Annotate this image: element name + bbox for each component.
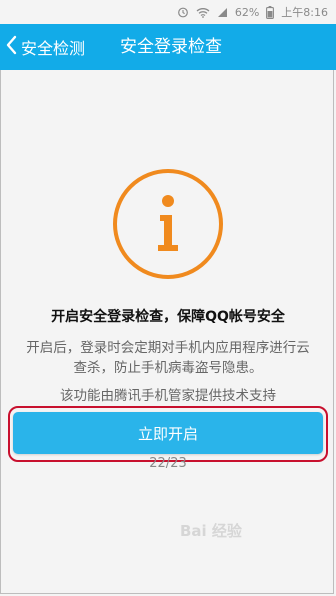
enable-now-button[interactable]: 立即开启 [13,412,323,454]
status-time: 上午8:16 [281,6,328,19]
battery-icon [266,5,275,19]
signal-icon [217,7,228,18]
back-button[interactable]: 安全检测 [6,24,85,70]
page-title: 安全登录检查 [120,37,222,57]
chevron-left-icon [6,35,17,59]
battery-percent: 62% [234,5,260,19]
back-label: 安全检测 [21,39,86,58]
watermark: Bai 经验 [180,522,242,540]
feature-heading: 开启安全登录检查，保障QQ帐号安全 [51,309,285,325]
title-bar: 安全检测 安全登录检查 [0,24,336,70]
info-icon [113,169,223,279]
page-indicator: 22/23 [149,456,187,471]
main-content: 开启安全登录检查，保障QQ帐号安全 开启后，登录时会定期对手机内应用程序进行云查… [0,70,336,596]
alarm-icon [177,6,189,18]
status-bar: 62% 上午8:16 [0,0,336,24]
feature-description: 开启后，登录时会定期对手机内应用程序进行云查杀，防止手机病毒盗号隐患。 [26,340,310,376]
support-note: 该功能由腾讯手机管家提供技术支持 [60,388,276,404]
wifi-icon [196,7,210,18]
